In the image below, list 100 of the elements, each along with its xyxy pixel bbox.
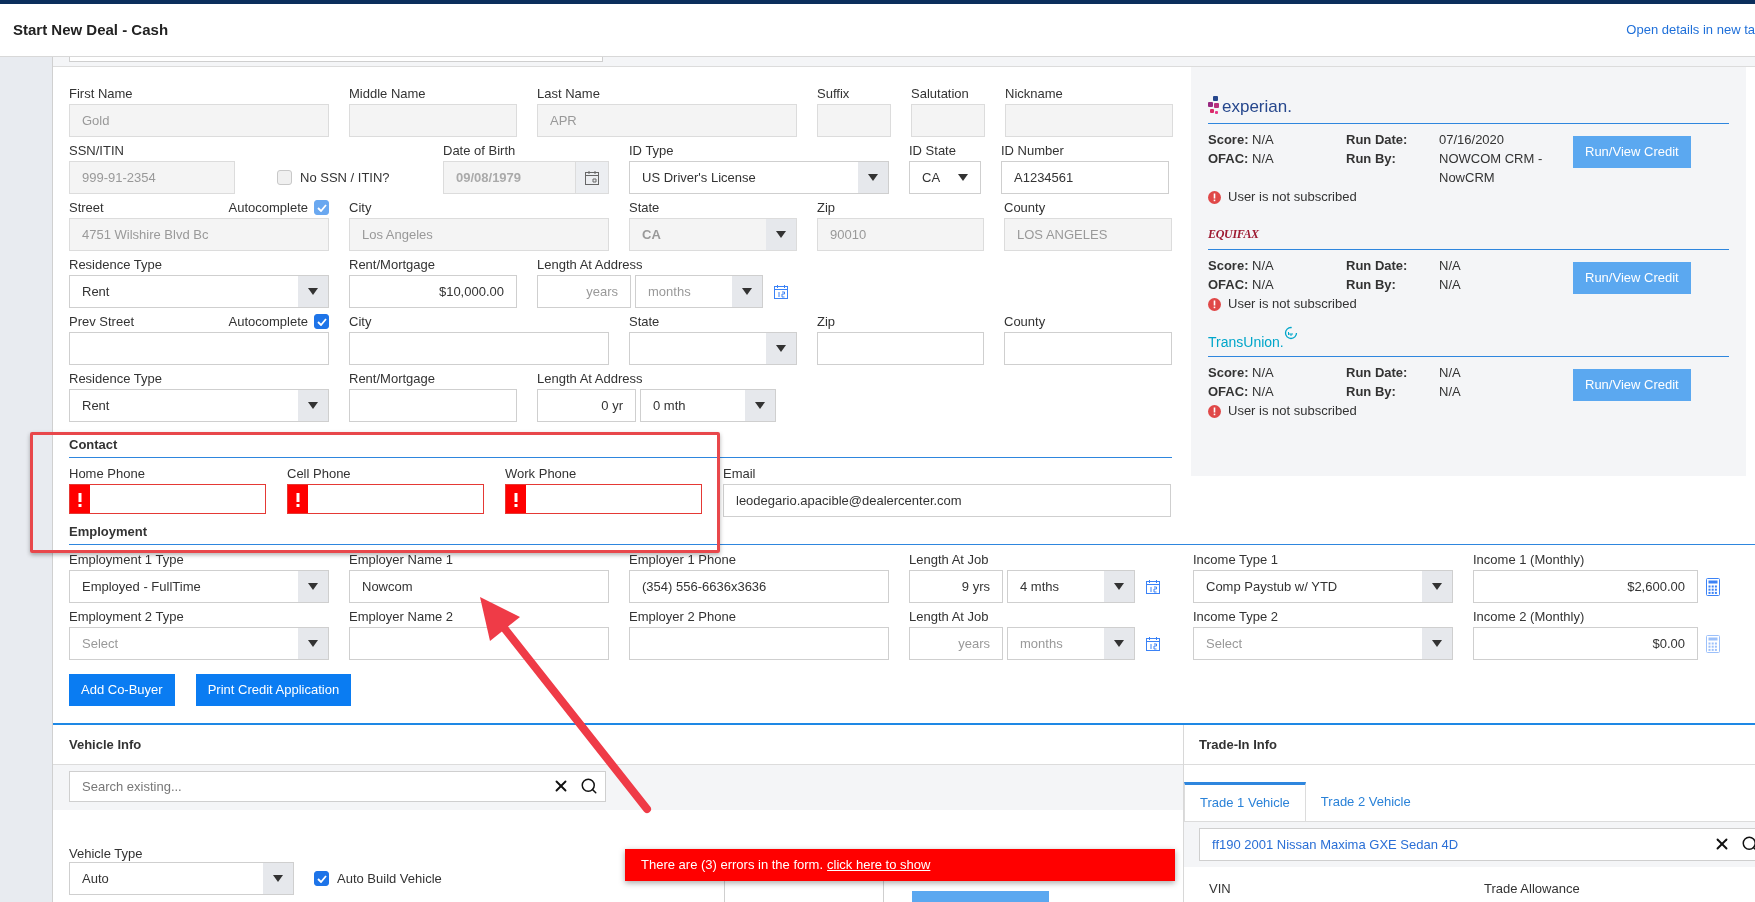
run-by-label: Run By: [1346, 276, 1397, 294]
run-credit-button[interactable]: Run/View Credit [1573, 262, 1691, 294]
input-field[interactable] [349, 332, 609, 365]
input-field[interactable]: (354) 556-6636x3636 [629, 570, 889, 603]
action-button[interactable]: Print Credit Application [195, 674, 352, 706]
select-field[interactable]: Select [1193, 627, 1453, 660]
input-field[interactable]: 0 yr [537, 389, 636, 422]
score-label: Score: [1208, 257, 1250, 275]
input-field[interactable]: LOS ANGELES [1004, 218, 1172, 251]
checkbox-label: Auto Build Vehicle [337, 869, 442, 888]
select-field[interactable]: months [1007, 627, 1135, 660]
search-field[interactable]: Search existing... [69, 771, 606, 802]
show-errors-link[interactable]: click here to show [827, 855, 931, 875]
select-field[interactable]: months [635, 275, 763, 308]
warning-text: User is not subscribed [1228, 188, 1357, 207]
caret-icon [308, 640, 318, 647]
field-label: Date of Birth [443, 143, 516, 158]
field-label: County [1004, 314, 1046, 329]
run-date-value: N/A [1439, 364, 1462, 382]
input-field[interactable] [817, 104, 891, 137]
select-field[interactable]: Select [69, 627, 329, 660]
input-field[interactable] [69, 57, 603, 62]
input-field[interactable] [629, 627, 889, 660]
run-credit-button[interactable]: Run/View Credit [1573, 369, 1691, 401]
caret-icon [755, 402, 765, 409]
checkbox[interactable] [314, 314, 329, 329]
select-field[interactable]: CA [909, 161, 981, 194]
caret-icon [776, 345, 786, 352]
search-field[interactable]: ff190 2001 Nissan Maxima GXE Sedan 4D [1199, 828, 1755, 861]
calendar-icon[interactable] [1145, 578, 1161, 595]
field-label: Income Type 2 [1193, 609, 1279, 624]
input-field[interactable]: 999-91-2354 [69, 161, 235, 194]
date-field[interactable]: 09/08/1979 [443, 161, 609, 194]
run-date-label: Run Date: [1346, 364, 1409, 382]
open-details-link[interactable]: Open details in new ta [1626, 20, 1755, 40]
select-field[interactable]: 0 mth [640, 389, 776, 422]
tab[interactable]: Trade 2 Vehicle [1305, 782, 1426, 821]
input-field[interactable] [1004, 332, 1172, 365]
input-field[interactable] [1005, 104, 1173, 137]
select-field[interactable]: 4 mths [1007, 570, 1135, 603]
caret-icon [1432, 583, 1442, 590]
field-label: Vehicle Type [69, 845, 144, 862]
field-label: ID Number [1001, 143, 1064, 158]
run-credit-button[interactable]: Run/View Credit [1573, 136, 1691, 168]
checkbox[interactable] [277, 170, 292, 185]
input-field[interactable]: leodegario.apacible@dealercenter.com [723, 484, 1171, 517]
select-field[interactable]: Rent [69, 389, 329, 422]
input-field[interactable] [911, 104, 985, 137]
search-icon[interactable] [580, 777, 598, 795]
checkbox[interactable] [314, 871, 329, 886]
warning-icon [1208, 190, 1221, 204]
field-label: Salutation [911, 86, 969, 101]
input-field[interactable]: 9 yrs [909, 570, 1003, 603]
input-field[interactable] [349, 389, 517, 422]
input-field[interactable]: Los Angeles [349, 218, 609, 251]
field-label: ID State [909, 143, 956, 158]
warning-text: User is not subscribed [1228, 402, 1357, 421]
select-field[interactable]: US Driver's License [629, 161, 889, 194]
caret-icon [742, 288, 752, 295]
select-field[interactable] [629, 332, 797, 365]
search-icon[interactable] [1741, 835, 1755, 853]
caret-icon [273, 875, 283, 882]
action-button[interactable]: Add Co-Buyer [69, 674, 175, 706]
calendar-icon[interactable] [1145, 635, 1161, 652]
input-field[interactable]: years [909, 627, 1003, 660]
warning-icon [1208, 297, 1221, 311]
input-field[interactable]: APR [537, 104, 797, 137]
phone-field[interactable] [69, 484, 266, 514]
caret-icon [1114, 583, 1124, 590]
input-field[interactable]: $0.00 [1473, 627, 1698, 660]
input-field[interactable]: years [537, 275, 631, 308]
input-field[interactable] [69, 332, 329, 365]
input-field[interactable]: A1234561 [1001, 161, 1169, 194]
caret-icon [868, 174, 878, 181]
input-field[interactable]: $10,000.00 [349, 275, 517, 308]
select-field[interactable]: Rent [69, 275, 329, 308]
run-by-value: N/A [1439, 383, 1462, 401]
field-label: Email [723, 466, 756, 481]
phone-field[interactable] [505, 484, 702, 514]
input-field[interactable] [349, 104, 517, 137]
input-field[interactable] [817, 332, 984, 365]
select-field[interactable]: CA [629, 218, 797, 251]
calculator-icon[interactable] [1706, 577, 1720, 596]
select-field[interactable]: Comp Paystub w/ YTD [1193, 570, 1453, 603]
checkbox-label: Autocomplete [228, 200, 308, 215]
input-field[interactable]: Gold [69, 104, 329, 137]
tab[interactable]: Trade 1 Vehicle [1184, 782, 1306, 821]
input-field[interactable]: Nowcom [349, 570, 609, 603]
input-field[interactable]: 4751 Wilshire Blvd Bc [69, 218, 329, 251]
select-field[interactable]: Employed - FullTime [69, 570, 329, 603]
run-date-label: Run Date: [1346, 257, 1409, 275]
input-field[interactable] [723, 879, 884, 902]
input-field[interactable]: 90010 [817, 218, 984, 251]
input-field[interactable]: $2,600.00 [1473, 570, 1698, 603]
input-field[interactable] [349, 627, 609, 660]
phone-field[interactable] [287, 484, 484, 514]
score-value: N/A [1252, 257, 1275, 275]
calendar-icon[interactable] [773, 283, 789, 300]
score-label: Score: [1208, 364, 1250, 382]
select-field[interactable]: Auto [69, 862, 294, 895]
